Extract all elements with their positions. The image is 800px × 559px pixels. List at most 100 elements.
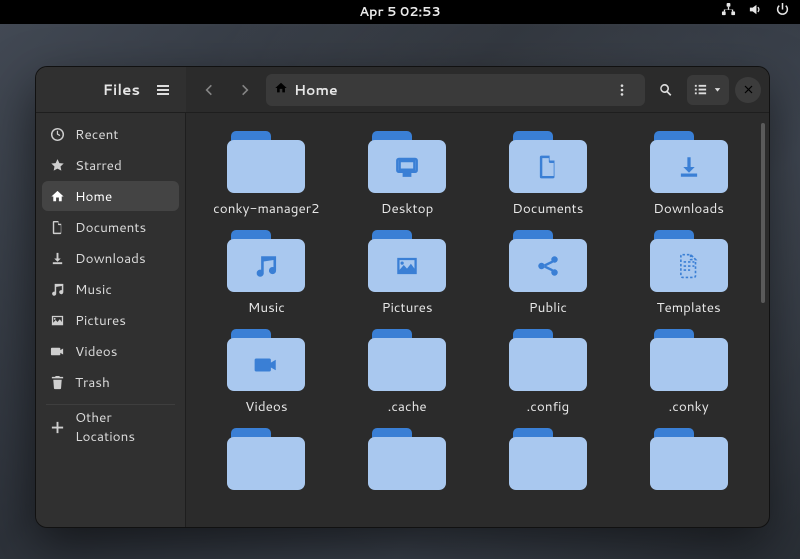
folder-label: Downloads bbox=[653, 199, 724, 218]
folder-label: Public bbox=[529, 298, 567, 317]
folder-item[interactable]: Videos bbox=[198, 329, 335, 416]
folder-item[interactable]: Downloads bbox=[620, 131, 757, 218]
folder-item[interactable]: conky-manager2 bbox=[198, 131, 335, 218]
power-icon bbox=[775, 2, 790, 22]
folder-label: conky-manager2 bbox=[213, 199, 320, 218]
path-crumb-label: Home bbox=[294, 80, 338, 100]
folder-item[interactable]: .cache bbox=[339, 329, 476, 416]
folder-item[interactable]: .conky bbox=[620, 329, 757, 416]
sidebar-item-label: Other Locations bbox=[75, 408, 171, 446]
download-icon bbox=[50, 251, 65, 266]
folder-icon bbox=[509, 131, 587, 193]
folder-icon bbox=[368, 428, 446, 490]
sidebar-separator bbox=[46, 404, 175, 405]
folder-icon bbox=[227, 428, 305, 490]
folder-icon bbox=[650, 329, 728, 391]
sidebar-item-downloads[interactable]: Downloads bbox=[42, 243, 179, 273]
folder-label: .config bbox=[527, 397, 570, 416]
picture-icon bbox=[368, 244, 446, 288]
folder-icon bbox=[509, 428, 587, 490]
nav-back-button[interactable] bbox=[194, 75, 224, 105]
window-close-button[interactable] bbox=[735, 77, 761, 103]
folder-icon bbox=[650, 230, 728, 292]
sidebar-item-videos[interactable]: Videos bbox=[42, 336, 179, 366]
folder-item[interactable]: Music bbox=[198, 230, 335, 317]
folder-icon bbox=[368, 329, 446, 391]
sidebar-item-starred[interactable]: Starred bbox=[42, 150, 179, 180]
folder-item[interactable]: Templates bbox=[620, 230, 757, 317]
folder-item[interactable] bbox=[620, 428, 757, 490]
folder-icon bbox=[227, 230, 305, 292]
video-icon bbox=[50, 344, 65, 359]
topbar-system-tray[interactable] bbox=[721, 0, 790, 24]
sidebar-item-label: Trash bbox=[75, 373, 110, 392]
folder-item[interactable]: Documents bbox=[480, 131, 617, 218]
folder-label: Desktop bbox=[381, 199, 433, 218]
sidebar-item-documents[interactable]: Documents bbox=[42, 212, 179, 242]
list-view-icon bbox=[693, 82, 708, 97]
music-icon bbox=[50, 282, 65, 297]
sidebar-item-label: Downloads bbox=[75, 249, 146, 268]
doc-icon bbox=[509, 145, 587, 189]
sidebar-item-label: Home bbox=[75, 187, 112, 206]
folder-label: .cache bbox=[388, 397, 427, 416]
folder-item[interactable]: Public bbox=[480, 230, 617, 317]
nav-forward-button[interactable] bbox=[230, 75, 260, 105]
volume-icon bbox=[748, 2, 763, 22]
gnome-top-bar: Apr 5 02:53 bbox=[0, 0, 800, 24]
folder-item[interactable]: Desktop bbox=[339, 131, 476, 218]
sidebar-item-label: Recent bbox=[75, 125, 118, 144]
sidebar-item-label: Documents bbox=[75, 218, 146, 237]
folder-icon bbox=[509, 329, 587, 391]
folder-item[interactable] bbox=[480, 428, 617, 490]
folder-item[interactable]: Pictures bbox=[339, 230, 476, 317]
folder-label: Videos bbox=[245, 397, 287, 416]
folder-item[interactable]: .config bbox=[480, 329, 617, 416]
hamburger-menu-button[interactable] bbox=[148, 75, 178, 105]
topbar-datetime[interactable]: Apr 5 02:53 bbox=[359, 3, 441, 21]
sidebar-item-other-locations[interactable]: Other Locations bbox=[42, 412, 179, 442]
sidebar-item-label: Videos bbox=[75, 342, 117, 361]
close-icon bbox=[743, 84, 754, 95]
folder-icon bbox=[227, 131, 305, 193]
home-icon bbox=[50, 189, 65, 204]
file-grid: conky-manager2 Desktop Documents Downloads M… bbox=[186, 113, 769, 527]
desktop-icon bbox=[368, 145, 446, 189]
folder-label: .conky bbox=[669, 397, 709, 416]
folder-icon bbox=[368, 230, 446, 292]
folder-icon bbox=[227, 329, 305, 391]
trash-icon bbox=[50, 375, 65, 390]
path-bar[interactable]: Home bbox=[266, 74, 645, 106]
sidebar-item-trash[interactable]: Trash bbox=[42, 367, 179, 397]
template-icon bbox=[650, 244, 728, 288]
folder-icon bbox=[650, 131, 728, 193]
view-mode-button[interactable] bbox=[687, 75, 729, 105]
files-window: Files Home bbox=[35, 66, 770, 528]
folder-label: Pictures bbox=[382, 298, 433, 317]
folder-item[interactable] bbox=[198, 428, 335, 490]
search-button[interactable] bbox=[651, 75, 681, 105]
sidebar-item-home[interactable]: Home bbox=[42, 181, 179, 211]
recent-icon bbox=[50, 127, 65, 142]
share-icon bbox=[509, 244, 587, 288]
sidebar-item-music[interactable]: Music bbox=[42, 274, 179, 304]
chevron-down-icon bbox=[712, 84, 723, 95]
path-menu-button[interactable] bbox=[607, 75, 637, 105]
picture-icon bbox=[50, 313, 65, 328]
network-icon bbox=[721, 2, 736, 22]
folder-icon bbox=[368, 131, 446, 193]
sidebar-item-recent[interactable]: Recent bbox=[42, 119, 179, 149]
video-icon bbox=[227, 343, 305, 387]
folder-item[interactable] bbox=[339, 428, 476, 490]
app-title: Files bbox=[50, 79, 148, 100]
sidebar: Recent Starred Home Documents Downloads Music… bbox=[36, 113, 186, 527]
folder-label: Music bbox=[248, 298, 285, 317]
plus-icon bbox=[50, 420, 65, 435]
folder-icon bbox=[650, 428, 728, 490]
folder-label: Templates bbox=[656, 298, 720, 317]
doc-icon bbox=[50, 220, 65, 235]
sidebar-item-label: Music bbox=[75, 280, 112, 299]
sidebar-item-pictures[interactable]: Pictures bbox=[42, 305, 179, 335]
path-crumb-home[interactable]: Home bbox=[274, 80, 338, 100]
scrollbar[interactable] bbox=[761, 123, 765, 303]
